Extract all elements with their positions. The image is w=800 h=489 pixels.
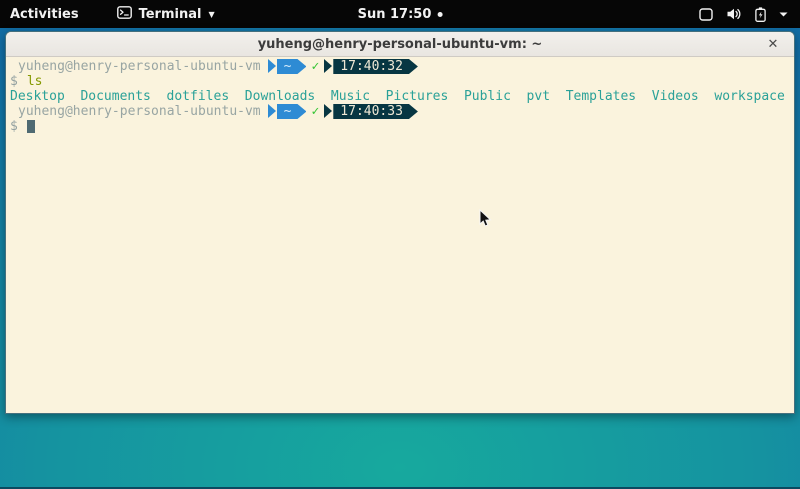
powerline-cwd-segment: ~	[268, 59, 307, 74]
activities-button[interactable]: Activities	[0, 0, 89, 28]
terminal-cursor	[27, 120, 35, 133]
terminal-window: yuheng@henry-personal-ubuntu-vm: ~ ✕ yuh…	[5, 31, 795, 414]
powerline-arrow-icon	[324, 104, 332, 118]
prompt-user-host: yuheng@henry-personal-ubuntu-vm	[18, 59, 261, 74]
system-status-area[interactable]	[695, 0, 792, 28]
prompt-time: 17:40:33	[333, 104, 418, 119]
chevron-down-icon: ▼	[208, 11, 214, 19]
status-check-icon: ✓	[311, 59, 319, 74]
battery-charging-icon	[755, 7, 766, 22]
command-text: ls	[27, 74, 43, 89]
desktop: Activities Terminal ▼ Sun 17:50	[0, 0, 800, 489]
prompt-time: 17:40:32	[333, 59, 418, 74]
close-button[interactable]: ✕	[762, 32, 784, 56]
directory-list: Desktop Documents dotfiles Downloads Mus…	[10, 89, 785, 104]
app-menu-terminal[interactable]: Terminal ▼	[117, 0, 215, 28]
display-icon	[699, 8, 713, 21]
prompt-dollar: $	[10, 119, 18, 134]
mouse-cursor-icon	[479, 209, 492, 232]
input-line[interactable]: $	[10, 119, 790, 134]
volume-icon	[726, 7, 742, 21]
ls-output-line: Desktop Documents dotfiles Downloads Mus…	[10, 89, 790, 104]
prompt-dollar: $	[10, 74, 18, 89]
command-line: $ ls	[10, 74, 790, 89]
chevron-down-icon	[779, 12, 788, 17]
terminal-screen[interactable]: yuheng@henry-personal-ubuntu-vm ~ ✓ 17:4…	[6, 57, 794, 413]
prompt-line: yuheng@henry-personal-ubuntu-vm ~ ✓ 17:4…	[10, 59, 790, 74]
powerline-arrow-icon	[268, 104, 276, 118]
powerline-time-segment: 17:40:33	[324, 104, 418, 119]
app-menu-label: Terminal	[139, 7, 202, 22]
window-titlebar[interactable]: yuheng@henry-personal-ubuntu-vm: ~ ✕	[6, 32, 794, 57]
prompt-line: yuheng@henry-personal-ubuntu-vm ~ ✓ 17:4…	[10, 104, 790, 119]
status-check-icon: ✓	[311, 104, 319, 119]
powerline-time-segment: 17:40:32	[324, 59, 418, 74]
top-bar: Activities Terminal ▼ Sun 17:50	[0, 0, 800, 28]
powerline-arrow-icon	[324, 59, 332, 73]
prompt-cwd: ~	[277, 104, 307, 119]
prompt-user-host: yuheng@henry-personal-ubuntu-vm	[18, 104, 261, 119]
terminal-app-icon	[117, 6, 132, 23]
window-title: yuheng@henry-personal-ubuntu-vm: ~	[258, 37, 543, 52]
powerline-cwd-segment: ~	[268, 104, 307, 119]
clock-button[interactable]: Sun 17:50	[358, 0, 443, 28]
prompt-cwd: ~	[277, 59, 307, 74]
notification-dot-icon	[437, 12, 442, 17]
clock-label: Sun 17:50	[358, 7, 432, 22]
powerline-arrow-icon	[268, 59, 276, 73]
